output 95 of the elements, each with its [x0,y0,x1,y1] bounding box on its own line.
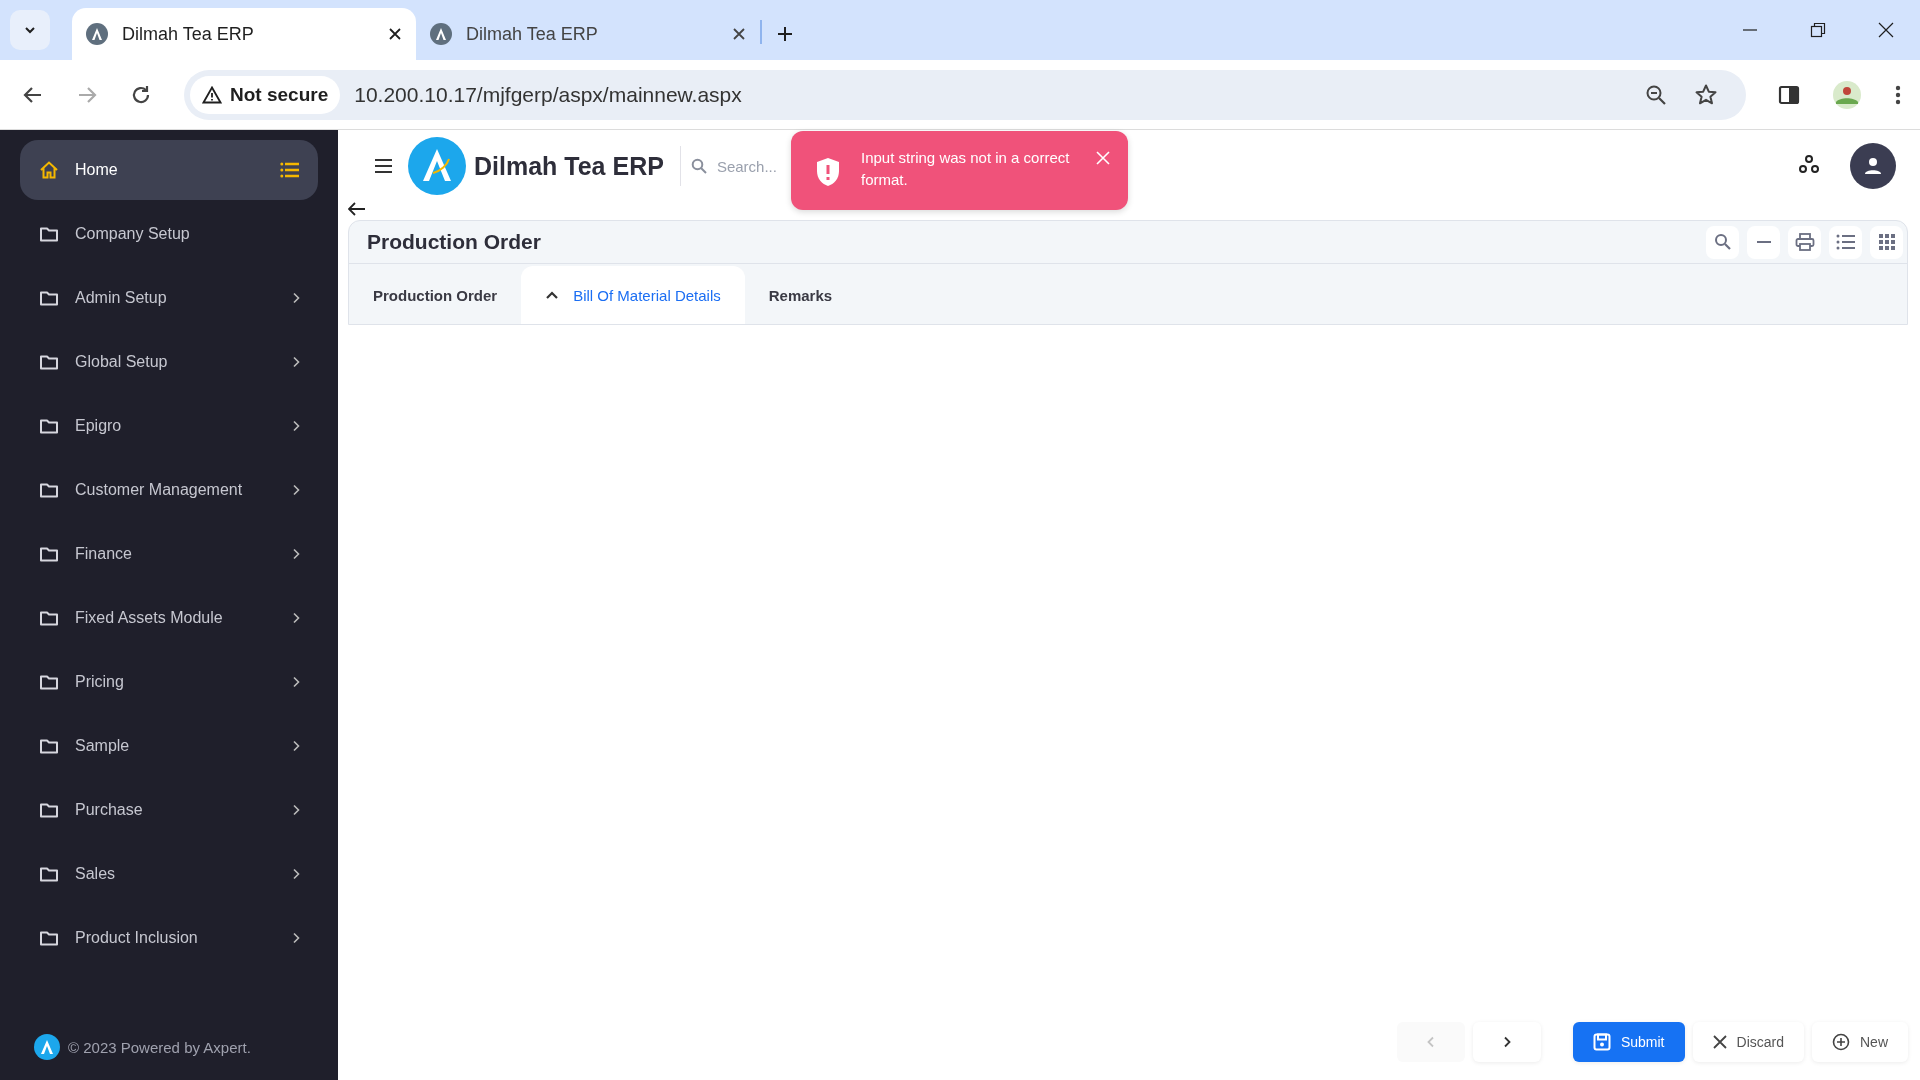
sidebar-item-label: Fixed Assets Module [75,609,223,627]
minus-icon [1755,240,1772,244]
caret-up-icon [545,290,560,300]
folder-icon [39,609,59,627]
folder-icon [39,353,59,371]
sidebar-item-label: Purchase [75,801,143,819]
sidebar-item[interactable]: Sample [20,716,318,776]
print-button[interactable] [1788,225,1821,259]
sidebar-item-label: Pricing [75,673,124,691]
folder-icon [39,481,59,499]
search-field[interactable]: Search... [690,157,787,175]
folder-icon [39,865,59,883]
folder-icon [39,737,59,755]
sidebar-item[interactable]: Pricing [20,652,318,712]
more-menu-icon[interactable] [1894,83,1902,106]
app-logo-icon [34,1034,60,1060]
tab-title: Dilmah Tea ERP [466,23,599,45]
folder-icon [39,801,59,819]
app-logo-icon [86,23,108,45]
sidebar-item[interactable]: Sales [20,844,318,904]
folder-icon [39,929,59,947]
security-chip[interactable]: Not secure [190,75,341,114]
back-arrow-icon[interactable] [348,202,366,216]
list-view-button[interactable] [1829,225,1862,259]
profile-avatar-icon[interactable] [1832,79,1862,110]
folder-icon [39,417,59,435]
search-icon [690,158,707,174]
plus-circle-icon [1832,1033,1850,1051]
reload-icon[interactable] [130,83,152,106]
folder-icon [39,545,59,563]
sidebar-item-label: Customer Management [75,481,243,499]
sidebar-item-label: Global Setup [75,353,168,371]
security-label: Not secure [230,83,329,106]
app-title: Dilmah Tea ERP [474,151,664,181]
sidebar-item-label: Product Inclusion [75,929,198,947]
url-text: 10.200.10.17/mjfgerp/aspx/mainnew.aspx [354,82,742,107]
list-icon [1835,234,1856,250]
star-icon[interactable] [1694,82,1718,107]
sidebar-item[interactable]: Global Setup [20,332,318,392]
warning-icon [202,85,222,104]
close-icon[interactable] [388,27,402,41]
list-icon[interactable] [280,162,300,178]
save-icon [1592,1033,1611,1051]
address-bar[interactable]: Not secure 10.200.10.17/mjfgerp/aspx/mainnew.aspx [184,69,1746,120]
app-logo-icon [430,23,452,45]
grid-icon [1878,234,1895,250]
form-tab[interactable]: Production Order [349,266,522,324]
copyright-text: © 2023 Powered by Axpert. [68,1038,251,1056]
close-icon[interactable] [732,27,746,41]
sidebar-item[interactable]: Fixed Assets Module [20,588,318,648]
sidebar-item-label: Sample [75,737,130,755]
sidebar-item[interactable]: Finance [20,524,318,584]
app-logo-icon [408,137,466,195]
sidebar-item-label: Sales [75,865,116,883]
search-icon [1713,233,1732,251]
submit-button[interactable]: Submit [1572,1022,1685,1062]
form-tab[interactable]: Remarks [744,266,857,324]
sidebar-item[interactable]: Customer Management [20,460,318,520]
sidebar-item-label: Home [75,161,118,179]
new-button[interactable]: New [1812,1022,1908,1062]
folder-icon [39,673,59,691]
sidebar-item-label: Epigro [75,417,122,435]
printer-icon [1794,233,1815,251]
sidebar-item-label: Company Setup [75,225,190,243]
shield-alert-icon [815,157,841,187]
sidebar-item[interactable]: Product Inclusion [20,908,318,968]
discard-button[interactable]: Discard [1692,1022,1804,1062]
toast-message: Input string was not in a correct format. [861,148,1071,190]
sidebar-item[interactable]: Admin Setup [20,268,318,328]
user-avatar[interactable] [1850,143,1896,189]
chevron-left-icon [1426,1036,1435,1048]
grid-view-button[interactable] [1870,225,1903,259]
menu-icon[interactable] [374,158,394,174]
folder-icon [39,289,59,307]
tab-title: Dilmah Tea ERP [122,23,255,45]
sidebar-item[interactable]: Purchase [20,780,318,840]
home-icon [39,160,59,180]
new-tab-icon[interactable] [776,25,794,43]
close-icon[interactable] [1878,22,1894,38]
restore-icon[interactable] [1810,22,1826,38]
sidebar-item[interactable]: Epigro [20,396,318,456]
close-icon [1712,1035,1727,1049]
folder-icon [39,225,59,243]
browser-tab[interactable]: Dilmah Tea ERP [416,8,760,60]
sidebar-item-label: Finance [75,545,132,563]
side-panel-icon[interactable] [1778,83,1800,106]
search-button[interactable] [1706,225,1739,259]
page-title: Production Order [367,230,541,254]
sidebar-item[interactable]: Company Setup [20,204,318,264]
sidebar-item[interactable]: Home [20,140,318,200]
sidebar-item-label: Admin Setup [75,289,167,307]
collapse-button[interactable] [1747,225,1780,259]
chevron-right-icon [1502,1036,1511,1048]
browser-tab[interactable]: Dilmah Tea ERP [72,8,416,60]
form-tab[interactable]: Bill Of Material Details [521,266,745,324]
